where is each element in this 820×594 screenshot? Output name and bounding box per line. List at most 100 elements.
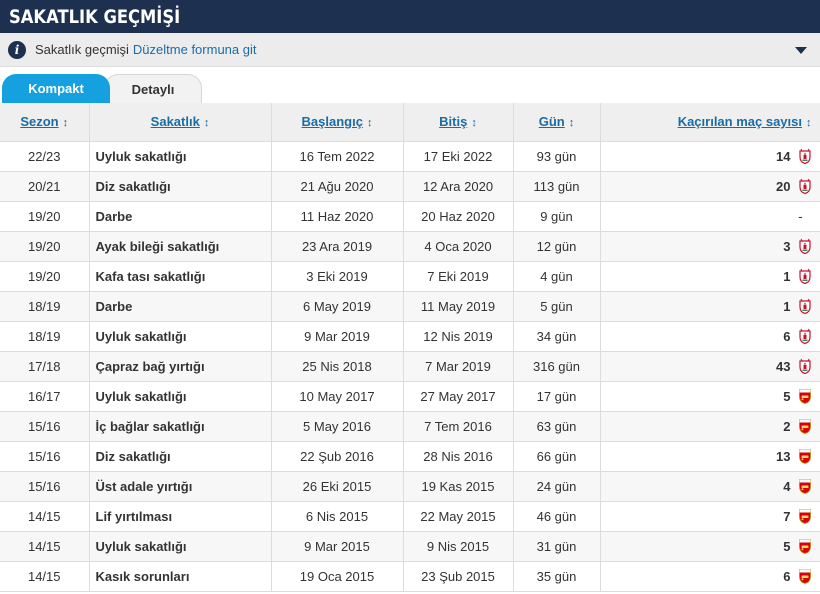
games-missed-cell: 43 — [600, 351, 820, 382]
end-date-cell: 7 Tem 2016 — [403, 411, 514, 442]
end-date-cell: 9 Nis 2015 — [403, 531, 514, 562]
days-cell: 66 gün — [513, 441, 601, 472]
column-header-days[interactable]: Gün ↕ — [513, 103, 601, 142]
season-cell: 15/16 — [0, 411, 90, 442]
season-cell: 20/21 — [0, 171, 90, 202]
injury-cell: Darbe — [89, 201, 272, 232]
arsenal-crest-icon[interactable] — [798, 448, 812, 465]
column-header-injury[interactable]: Sakatlık ↕ — [89, 103, 272, 142]
sort-icon[interactable]: ↕ — [367, 117, 373, 129]
season-cell: 18/19 — [0, 321, 90, 352]
injury-cell: Diz sakatlığı — [89, 441, 272, 472]
liverpool-crest-icon[interactable] — [798, 148, 812, 165]
season-cell: 19/20 — [0, 261, 90, 292]
injury-table: Sezon ↕ Sakatlık ↕ Başlangıç ↕ Bitiş ↕ Gün ↕ … — [0, 103, 820, 592]
table-row: 14/15 Uyluk sakatlığı 9 Mar 2015 9 Nis 2015… — [0, 531, 820, 562]
liverpool-crest-icon[interactable] — [798, 178, 812, 195]
injury-cell: Üst adale yırtığı — [89, 471, 272, 502]
games-missed-value: 5 — [783, 538, 791, 554]
start-date-cell: 23 Ara 2019 — [271, 231, 404, 262]
days-cell: 113 gün — [513, 171, 601, 202]
chevron-down-icon[interactable] — [795, 47, 807, 54]
tab-detailed[interactable]: Detaylı — [104, 74, 202, 103]
column-header-start[interactable]: Başlangıç ↕ — [271, 103, 404, 142]
correction-form-link[interactable]: Düzeltme formuna git — [133, 42, 257, 57]
games-missed-cell: 14 — [600, 141, 820, 172]
table-row: 14/15 Kasık sorunları 19 Oca 2015 23 Şub 20… — [0, 561, 820, 592]
arsenal-crest-icon[interactable] — [798, 418, 812, 435]
arsenal-crest-icon[interactable] — [798, 538, 812, 555]
sort-icon[interactable]: ↕ — [806, 117, 812, 129]
liverpool-crest-icon[interactable] — [798, 328, 812, 345]
arsenal-crest-icon[interactable] — [798, 568, 812, 585]
days-cell: 17 gün — [513, 381, 601, 412]
games-missed-cell: 6 — [600, 321, 820, 352]
season-cell: 22/23 — [0, 141, 90, 172]
games-missed-value: 13 — [776, 448, 791, 464]
info-icon: i — [8, 40, 26, 59]
column-header-season[interactable]: Sezon ↕ — [0, 103, 90, 142]
info-bar: i Sakatlık geçmişi Düzeltme formuna git — [0, 33, 820, 67]
season-cell: 15/16 — [0, 441, 90, 472]
sort-icon[interactable]: ↕ — [569, 117, 575, 129]
page-header: SAKATLIK GEÇMİŞİ — [0, 0, 820, 33]
season-cell: 14/15 — [0, 561, 90, 592]
season-cell: 16/17 — [0, 381, 90, 412]
arsenal-crest-icon[interactable] — [798, 478, 812, 495]
injury-cell: Ayak bileği sakatlığı — [89, 231, 272, 262]
games-missed-cell: 2 — [600, 411, 820, 442]
games-missed-cell: 7 — [600, 501, 820, 532]
arsenal-crest-icon[interactable] — [798, 508, 812, 525]
injury-cell: Çapraz bağ yırtığı — [89, 351, 272, 382]
start-date-cell: 9 Mar 2019 — [271, 321, 404, 352]
days-cell: 63 gün — [513, 411, 601, 442]
liverpool-crest-icon[interactable] — [798, 238, 812, 255]
days-cell: 4 gün — [513, 261, 601, 292]
table-row: 20/21 Diz sakatlığı 21 Ağu 2020 12 Ara 2020… — [0, 171, 820, 202]
start-date-cell: 11 Haz 2020 — [271, 201, 404, 232]
liverpool-crest-icon[interactable] — [798, 298, 812, 315]
tab-compact[interactable]: Kompakt — [2, 74, 110, 103]
liverpool-crest-icon[interactable] — [798, 268, 812, 285]
injury-cell: Lif yırtılması — [89, 501, 272, 532]
injury-cell: Darbe — [89, 291, 272, 322]
days-cell: 9 gün — [513, 201, 601, 232]
injury-cell: Kasık sorunları — [89, 561, 272, 592]
column-header-games-missed[interactable]: Kaçırılan maç sayısı ↕ — [600, 103, 820, 142]
table-header-row: Sezon ↕ Sakatlık ↕ Başlangıç ↕ Bitiş ↕ Gün ↕ … — [0, 103, 820, 142]
table-row: 17/18 Çapraz bağ yırtığı 25 Nis 2018 7 Mar … — [0, 351, 820, 382]
start-date-cell: 26 Eki 2015 — [271, 471, 404, 502]
liverpool-crest-icon[interactable] — [798, 358, 812, 375]
games-missed-value: 14 — [776, 148, 791, 164]
end-date-cell: 28 Nis 2016 — [403, 441, 514, 472]
column-header-end[interactable]: Bitiş ↕ — [403, 103, 514, 142]
sort-icon[interactable]: ↕ — [63, 117, 69, 129]
sort-icon[interactable]: ↕ — [204, 117, 210, 129]
info-text: Sakatlık geçmişi — [35, 42, 129, 57]
games-missed-value: 6 — [783, 568, 791, 584]
end-date-cell: 19 Kas 2015 — [403, 471, 514, 502]
games-missed-cell: 5 — [600, 531, 820, 562]
arsenal-crest-icon[interactable] — [798, 388, 812, 405]
end-date-cell: 17 Eki 2022 — [403, 141, 514, 172]
start-date-cell: 9 Mar 2015 — [271, 531, 404, 562]
table-row: 18/19 Uyluk sakatlığı 9 Mar 2019 12 Nis 201… — [0, 321, 820, 352]
days-cell: 316 gün — [513, 351, 601, 382]
games-missed-cell: 1 — [600, 261, 820, 292]
end-date-cell: 4 Oca 2020 — [403, 231, 514, 262]
start-date-cell: 5 May 2016 — [271, 411, 404, 442]
games-missed-value: 1 — [783, 268, 791, 284]
table-row: 19/20 Ayak bileği sakatlığı 23 Ara 2019 4 O… — [0, 231, 820, 262]
games-missed-cell: 6 — [600, 561, 820, 592]
end-date-cell: 12 Nis 2019 — [403, 321, 514, 352]
end-date-cell: 22 May 2015 — [403, 501, 514, 532]
sort-icon[interactable]: ↕ — [471, 117, 477, 129]
days-cell: 34 gün — [513, 321, 601, 352]
games-missed-value: 5 — [783, 388, 791, 404]
games-missed-cell: 1 — [600, 291, 820, 322]
games-missed-cell: 3 — [600, 231, 820, 262]
games-missed-cell: 13 — [600, 441, 820, 472]
games-missed-value: 6 — [783, 328, 791, 344]
start-date-cell: 6 May 2019 — [271, 291, 404, 322]
view-tabs: Detaylı Kompakt — [0, 67, 820, 103]
